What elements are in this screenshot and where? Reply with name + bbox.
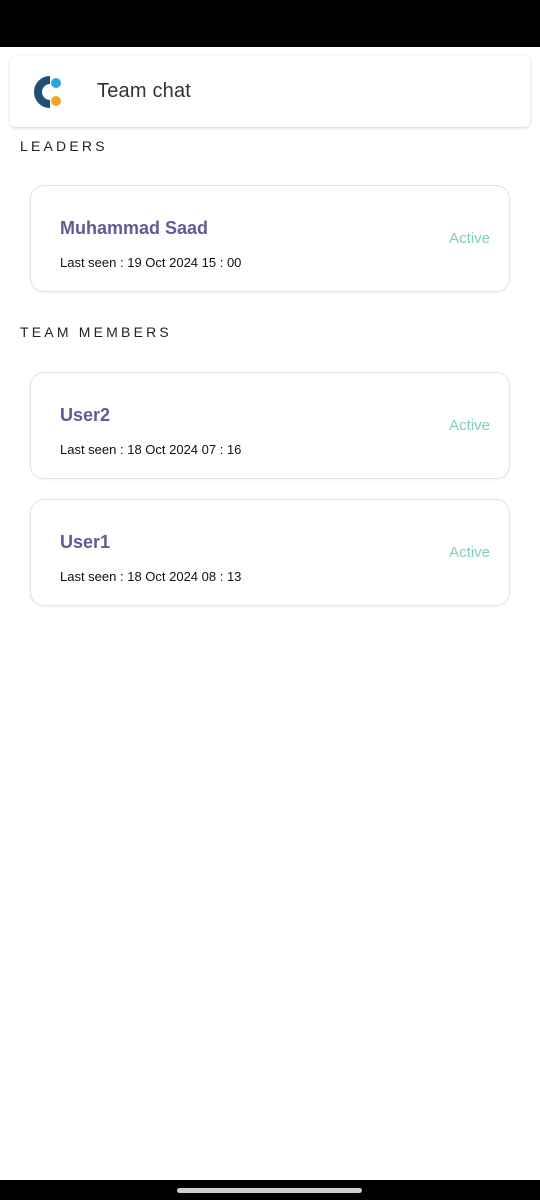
page-title: Team chat (97, 80, 192, 102)
member-card[interactable]: User1 Last seen : 18 Oct 2024 08 : 13 Ac… (30, 499, 510, 606)
status-badge: Active (449, 417, 490, 434)
last-seen-text: Last seen : 18 Oct 2024 08 : 13 (60, 569, 242, 584)
system-nav-bar (0, 1180, 540, 1200)
member-card[interactable]: User2 Last seen : 18 Oct 2024 07 : 16 Ac… (30, 372, 510, 479)
member-name: User2 (60, 405, 111, 425)
status-badge: Active (449, 544, 490, 561)
app-header: Team chat (10, 56, 530, 127)
status-bar (0, 0, 540, 47)
member-card[interactable]: Muhammad Saad Last seen : 19 Oct 2024 15… (30, 185, 510, 292)
home-gesture-handle[interactable] (177, 1188, 362, 1193)
last-seen-text: Last seen : 18 Oct 2024 07 : 16 (60, 442, 242, 457)
last-seen-text: Last seen : 19 Oct 2024 15 : 00 (60, 255, 242, 270)
section-title-leaders: LEADERS (20, 138, 108, 154)
section-title-team-members: TEAM MEMBERS (20, 324, 172, 340)
member-name: User1 (60, 532, 111, 552)
app-logo-icon (28, 72, 68, 112)
member-name: Muhammad Saad (60, 218, 209, 238)
status-badge: Active (449, 230, 490, 247)
